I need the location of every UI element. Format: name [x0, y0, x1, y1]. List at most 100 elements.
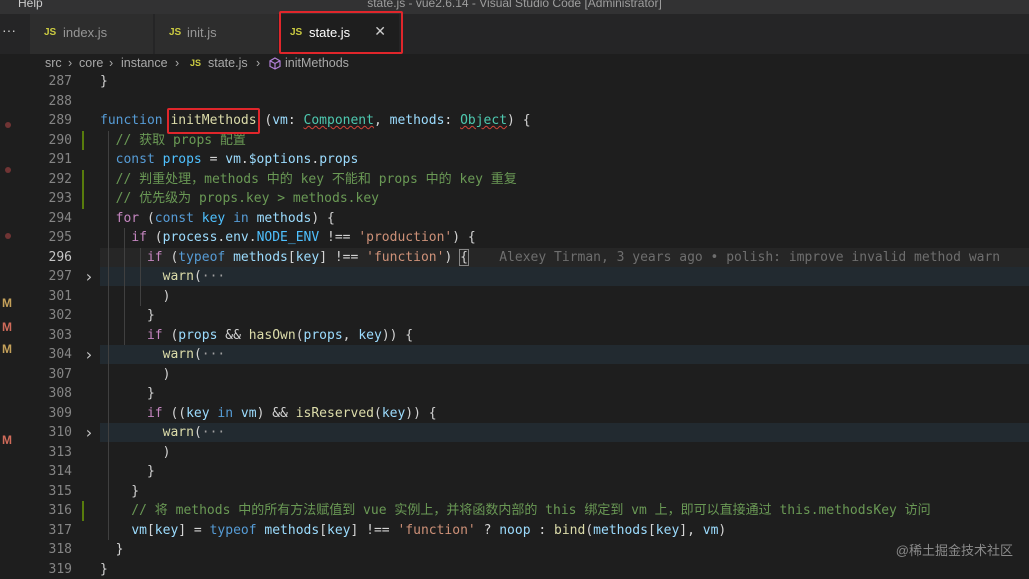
breadcrumb-separator: › — [68, 56, 73, 70]
code-token: ( — [154, 230, 163, 245]
code-token: props — [303, 327, 343, 343]
code-line: ) — [100, 287, 171, 306]
code-token: ] = — [178, 522, 210, 538]
code-token: key — [327, 522, 351, 538]
tab-index-js[interactable]: JS index.js — [30, 14, 154, 54]
code-token: key — [295, 249, 320, 265]
code-token: key — [186, 405, 218, 421]
line-number: 316 — [48, 503, 72, 518]
code-token: ) { — [311, 210, 335, 226]
breadcrumb-src[interactable]: src — [45, 56, 62, 70]
code-line: if (typeof methods[key] !== 'function') … — [100, 248, 1000, 267]
chevron-right-icon[interactable]: › — [84, 267, 94, 286]
code-token: ], — [679, 522, 703, 538]
code-token: } — [100, 308, 155, 323]
breadcrumb-separator: › — [175, 56, 180, 70]
code-token: isReserved — [295, 405, 374, 421]
code-line: if ((key in vm) && isReserved(key)) { — [100, 404, 437, 423]
tab-label: index.js — [63, 25, 108, 40]
breadcrumb-instance[interactable]: instance — [121, 56, 168, 70]
line-number: 310 — [48, 425, 72, 440]
code-token: key — [358, 327, 382, 343]
folded-row-highlight — [100, 267, 1029, 286]
code-token: ) — [444, 249, 461, 265]
code-line: const props = vm.$options.props — [100, 150, 359, 169]
git-blame-annotation: Alexey Tirman, 3 years ago • polish: imp… — [467, 249, 1001, 265]
line-number: 314 — [48, 464, 72, 479]
breakpoint-dot[interactable] — [5, 233, 11, 239]
code-token: , — [342, 327, 359, 343]
code-token: props — [162, 152, 202, 167]
code-token: [ — [287, 249, 296, 265]
code-token: ) { — [452, 230, 476, 245]
tab-init-js[interactable]: JS init.js — [155, 14, 279, 54]
code-token: } — [100, 386, 155, 401]
code-token: )) { — [405, 405, 437, 421]
code-token: key — [154, 522, 179, 538]
code-token: } — [100, 464, 155, 479]
line-number: 290 — [48, 132, 72, 148]
folded-row-highlight — [100, 345, 1029, 364]
code-line: vm[key] = typeof methods[key] !== 'funct… — [100, 521, 726, 540]
breakpoint-dot[interactable] — [5, 122, 11, 128]
code-token: const — [115, 152, 163, 167]
code-token: if — [146, 327, 171, 343]
code-line: } — [100, 384, 155, 403]
code-token: } — [100, 542, 124, 557]
line-number: 303 — [48, 327, 72, 343]
chevron-right-icon[interactable]: › — [84, 345, 94, 364]
code-token: : — [287, 113, 304, 128]
code-line: } — [100, 72, 108, 91]
code-token: const — [154, 210, 202, 226]
line-number: 309 — [48, 405, 72, 421]
code-token: for — [115, 210, 147, 226]
breakpoint-dot[interactable] — [5, 167, 11, 173]
method-cube-icon — [269, 57, 281, 73]
code-token: ) — [100, 288, 171, 304]
breadcrumb-state-js[interactable]: state.js — [208, 56, 248, 70]
code-token: ] !== — [319, 249, 367, 265]
code-token: // 优先级为 props.key > methods.key — [100, 191, 379, 206]
code-line: for (const key in methods) { — [100, 209, 335, 228]
breadcrumb-separator: › — [256, 56, 261, 70]
folded-row-highlight — [100, 423, 1029, 442]
code-token: Object — [460, 113, 508, 128]
code-token: warn — [162, 269, 194, 284]
code-token: ( — [295, 327, 304, 343]
code-token: (( — [170, 405, 187, 421]
js-file-icon: JS — [190, 58, 202, 68]
line-number: 295 — [48, 230, 72, 245]
breadcrumb-initmethods[interactable]: initMethods — [285, 56, 349, 70]
code-token: in — [233, 210, 257, 226]
more-tabs-icon[interactable]: ··· — [2, 22, 16, 38]
line-number: 308 — [48, 386, 72, 401]
git-change-bar — [82, 130, 84, 150]
code-token: ··· — [201, 269, 226, 284]
highlight-box-function-name — [167, 108, 260, 134]
line-number: 317 — [48, 522, 72, 538]
chevron-right-icon[interactable]: › — [84, 423, 94, 442]
code-token: props — [178, 327, 218, 343]
code-token: // 将 methods 中的所有方法赋值到 vue 实例上，并将函数内部的 t… — [100, 503, 931, 518]
code-token: [ — [319, 522, 328, 538]
git-modified-mark: M — [2, 342, 12, 356]
git-change-bar — [82, 169, 84, 209]
code-line: function initMethods (vm: Component, met… — [100, 111, 531, 130]
code-token: ··· — [201, 425, 226, 440]
highlight-box-tab — [279, 11, 403, 54]
line-number: 313 — [48, 444, 72, 460]
code-token: if — [146, 249, 171, 265]
code-token: , — [373, 113, 390, 128]
code-line: } — [100, 540, 124, 559]
code-token: function — [100, 113, 171, 128]
code-token: ? — [475, 522, 500, 538]
code-token: methods — [264, 522, 320, 538]
line-number: 291 — [48, 152, 72, 167]
line-number: 293 — [48, 191, 72, 206]
breadcrumb-core[interactable]: core — [79, 56, 103, 70]
